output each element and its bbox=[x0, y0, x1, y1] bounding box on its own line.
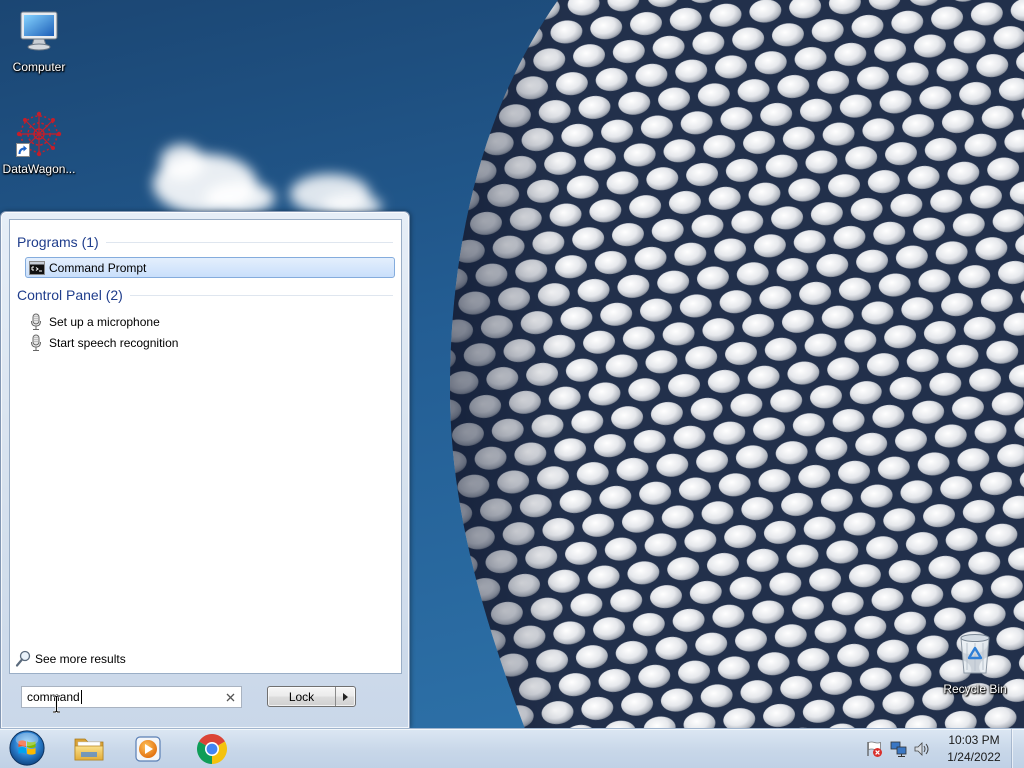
programs-heading-label: Programs (1) bbox=[17, 234, 99, 250]
command-prompt-icon bbox=[29, 260, 45, 275]
result-command-prompt[interactable]: Command Prompt bbox=[25, 257, 395, 278]
search-icon bbox=[15, 650, 31, 668]
taskbar-pinned-chrome[interactable] bbox=[185, 730, 239, 767]
file-explorer-icon bbox=[74, 738, 104, 760]
mouse-cursor-icon bbox=[53, 695, 60, 713]
desktop-icon-datawagon[interactable]: DataWagon... bbox=[0, 110, 78, 176]
result-label: Set up a microphone bbox=[49, 314, 160, 329]
recycle-bin-icon bbox=[955, 630, 995, 680]
datawagon-icon bbox=[15, 110, 63, 160]
microphone-icon bbox=[30, 313, 42, 331]
chevron-right-icon bbox=[343, 692, 348, 701]
chrome-icon bbox=[197, 733, 227, 764]
start-button[interactable] bbox=[7, 729, 47, 767]
desktop-icon-recycle-bin[interactable]: Recycle Bin bbox=[940, 630, 1010, 696]
result-start-speech-recognition[interactable]: Start speech recognition bbox=[25, 332, 395, 353]
desktop-icon-computer[interactable]: Computer bbox=[0, 8, 78, 74]
clock-time: 10:03 PM bbox=[948, 733, 1000, 747]
network-icon[interactable] bbox=[890, 740, 908, 758]
system-clock[interactable]: 10:03 PM 1/24/2022 bbox=[944, 729, 1004, 768]
programs-heading[interactable]: Programs (1) bbox=[17, 234, 393, 250]
media-player-icon bbox=[135, 735, 161, 762]
shortcut-arrow-icon bbox=[16, 143, 30, 157]
action-center-icon[interactable] bbox=[865, 740, 883, 758]
text-caret bbox=[81, 690, 82, 704]
taskbar: 10:03 PM 1/24/2022 bbox=[0, 728, 1024, 768]
power-options-button[interactable] bbox=[335, 687, 355, 706]
microphone-icon bbox=[30, 334, 42, 352]
taskbar-pinned-media-player[interactable] bbox=[121, 730, 175, 767]
control-panel-heading[interactable]: Control Panel (2) bbox=[17, 287, 393, 303]
result-label: Command Prompt bbox=[49, 260, 147, 275]
desktop-icon-label: Recycle Bin bbox=[943, 682, 1007, 696]
search-results-panel: Programs (1) Command Prompt Control Pane… bbox=[9, 219, 402, 674]
clock-date: 1/24/2022 bbox=[947, 750, 1001, 764]
result-label: Start speech recognition bbox=[49, 335, 179, 350]
heading-divider bbox=[129, 294, 393, 296]
result-set-up-microphone[interactable]: Set up a microphone bbox=[25, 311, 395, 332]
control-panel-heading-label: Control Panel (2) bbox=[17, 287, 123, 303]
lock-button[interactable]: Lock bbox=[268, 687, 335, 706]
start-menu: Programs (1) Command Prompt Control Pane… bbox=[0, 211, 410, 728]
see-more-label: See more results bbox=[35, 652, 126, 666]
volume-icon[interactable] bbox=[913, 740, 931, 758]
desktop-icon-label: Computer bbox=[12, 60, 66, 74]
computer-icon bbox=[15, 8, 63, 58]
power-button-group: Lock bbox=[267, 686, 356, 707]
see-more-results-link[interactable]: See more results bbox=[15, 649, 126, 669]
clear-icon[interactable] bbox=[226, 693, 235, 702]
desktop-icon-label: DataWagon... bbox=[2, 162, 76, 176]
windows-orb-icon bbox=[9, 730, 45, 766]
show-desktop-button[interactable] bbox=[1011, 729, 1024, 768]
heading-divider bbox=[105, 241, 393, 243]
taskbar-pinned-explorer[interactable] bbox=[62, 730, 116, 767]
